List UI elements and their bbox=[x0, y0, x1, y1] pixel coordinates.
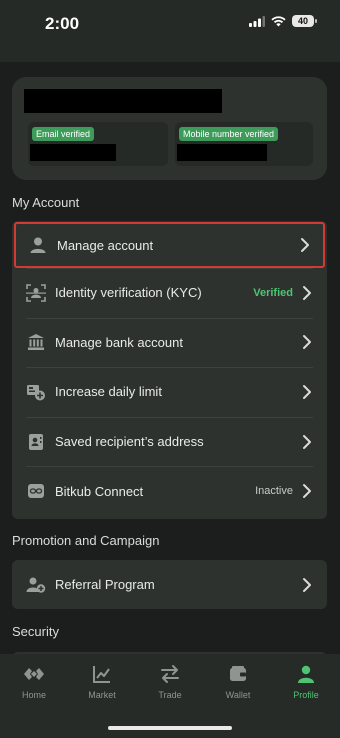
referral-icon bbox=[26, 575, 46, 595]
home-indicator bbox=[108, 726, 232, 730]
redacted-email bbox=[30, 144, 116, 161]
tab-home[interactable]: Home bbox=[0, 654, 68, 738]
tab-label: Market bbox=[88, 690, 116, 700]
profile-summary-card: Email verified Mobile number verified bbox=[12, 77, 327, 180]
bank-icon bbox=[26, 332, 46, 352]
row-label: Referral Program bbox=[55, 577, 155, 593]
redacted-name bbox=[24, 89, 222, 113]
id-scan-icon bbox=[26, 283, 46, 303]
swap-arrows-icon bbox=[161, 665, 179, 683]
row-label: Manage bank account bbox=[55, 334, 183, 350]
chevron-right-icon bbox=[303, 285, 311, 300]
chevron-right-icon bbox=[303, 335, 311, 350]
status-time: 2:00 bbox=[45, 14, 80, 33]
signal-icon bbox=[249, 15, 265, 27]
chevron-right-icon bbox=[303, 434, 311, 449]
chart-icon bbox=[93, 666, 110, 683]
manage-account-item[interactable]: Manage account bbox=[14, 222, 325, 268]
section-title-my-account: My Account bbox=[12, 195, 80, 210]
home-logo-icon bbox=[24, 668, 44, 680]
chevron-right-icon bbox=[301, 238, 309, 252]
section-title-security: Security bbox=[12, 624, 59, 639]
row-label: Bitkub Connect bbox=[55, 483, 144, 499]
row-label: Saved recipient’s address bbox=[55, 434, 204, 450]
manage-bank-account-item[interactable]: Manage bank account bbox=[12, 317, 327, 368]
connect-status-badge: Inactive bbox=[255, 485, 293, 498]
mobile-verification-box: Mobile number verified bbox=[175, 122, 313, 166]
wifi-icon bbox=[271, 15, 286, 26]
status-bar: 2:00 40 bbox=[0, 0, 340, 62]
saved-recipient-address-item[interactable]: Saved recipient’s address bbox=[12, 416, 327, 467]
contact-card-icon bbox=[26, 432, 46, 452]
profile-icon bbox=[298, 665, 314, 683]
mobile-verified-badge: Mobile number verified bbox=[179, 127, 279, 141]
promotion-list: Referral Program bbox=[12, 560, 327, 609]
wallet-icon bbox=[230, 666, 246, 681]
tab-label: Trade bbox=[158, 690, 182, 700]
tab-profile[interactable]: Profile bbox=[272, 654, 340, 738]
kyc-status-badge: Verified bbox=[253, 286, 293, 299]
row-label: Manage account bbox=[57, 237, 154, 253]
email-verification-box: Email verified bbox=[28, 122, 168, 166]
section-title-promotion: Promotion and Campaign bbox=[12, 533, 160, 548]
bitkub-connect-item[interactable]: Bitkub Connect Inactive bbox=[12, 466, 327, 516]
battery-icon: 40 bbox=[292, 15, 317, 27]
identity-verification-item[interactable]: Identity verification (KYC) Verified bbox=[12, 268, 327, 318]
person-icon bbox=[28, 235, 48, 255]
chevron-right-icon bbox=[303, 384, 311, 399]
email-verified-badge: Email verified bbox=[32, 127, 95, 141]
chain-link-icon bbox=[26, 481, 46, 501]
row-label: Identity verification (KYC) bbox=[55, 285, 202, 301]
row-label: Increase daily limit bbox=[55, 384, 162, 400]
status-icons: 40 bbox=[249, 15, 317, 27]
limit-icon bbox=[26, 382, 46, 402]
tab-label: Home bbox=[21, 690, 46, 700]
my-account-list: Manage account Identity verification (KY… bbox=[12, 221, 327, 519]
tab-label: Profile bbox=[293, 690, 319, 700]
increase-daily-limit-item[interactable]: Increase daily limit bbox=[12, 367, 327, 417]
referral-program-item[interactable]: Referral Program bbox=[12, 560, 327, 610]
redacted-mobile bbox=[177, 144, 267, 161]
tab-label: Wallet bbox=[225, 690, 251, 700]
chevron-right-icon bbox=[303, 577, 311, 592]
chevron-right-icon bbox=[303, 484, 311, 499]
